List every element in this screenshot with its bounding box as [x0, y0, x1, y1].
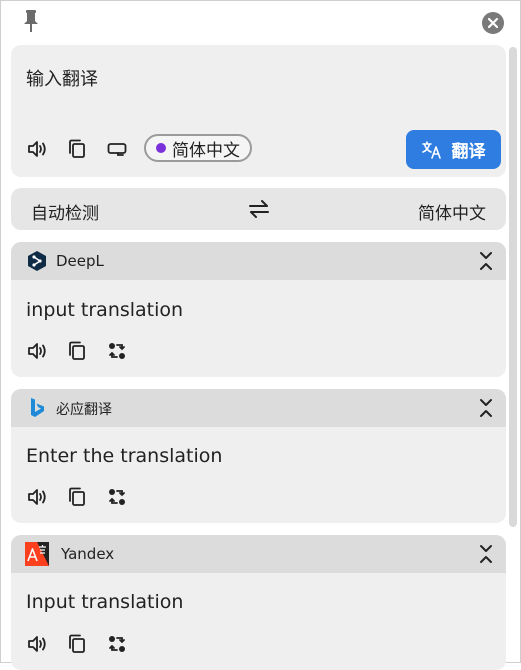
- copy-button[interactable]: [65, 485, 89, 509]
- translation-text[interactable]: input translation: [26, 299, 183, 321]
- translate-button[interactable]: 翻译: [406, 130, 501, 169]
- language-dot: [156, 143, 166, 153]
- speak-button[interactable]: [25, 137, 49, 161]
- result-header[interactable]: Yandex: [11, 535, 506, 573]
- convert-button[interactable]: [105, 485, 129, 509]
- speak-button[interactable]: [25, 339, 49, 363]
- language-chip-label: 简体中文: [172, 140, 240, 161]
- service-name: DeepL: [56, 252, 104, 270]
- pin-icon[interactable]: [21, 9, 41, 33]
- speaker-icon: [28, 636, 46, 652]
- collapse-button[interactable]: [476, 543, 496, 565]
- scrollbar[interactable]: [509, 47, 517, 527]
- result-header[interactable]: 必应翻译: [11, 389, 506, 427]
- service-name: Yandex: [61, 545, 115, 563]
- target-language[interactable]: 简体中文: [418, 199, 486, 224]
- result-card-deepl: DeepL input translation: [11, 242, 506, 377]
- close-icon: [487, 17, 499, 29]
- copy-button[interactable]: [65, 339, 89, 363]
- translate-icon: [421, 140, 441, 159]
- input-textarea[interactable]: 输入翻译: [26, 65, 98, 91]
- translation-text[interactable]: Input translation: [26, 591, 183, 613]
- copy-button[interactable]: [65, 137, 89, 161]
- result-card-yandex: Yandex Input translation: [11, 535, 506, 670]
- collapse-icon: [480, 252, 492, 270]
- keyboard-button[interactable]: [105, 137, 129, 161]
- speak-button[interactable]: [25, 485, 49, 509]
- collapse-button[interactable]: [476, 250, 496, 272]
- copy-button[interactable]: [65, 632, 89, 656]
- convert-icon: [109, 489, 125, 505]
- convert-button[interactable]: [105, 339, 129, 363]
- convert-button[interactable]: [105, 632, 129, 656]
- copy-icon: [69, 341, 85, 360]
- result-header[interactable]: DeepL: [11, 242, 506, 280]
- result-card-bing: 必应翻译 Enter the translation: [11, 389, 506, 523]
- close-button[interactable]: [482, 12, 504, 34]
- translate-button-label: 翻译: [451, 142, 486, 162]
- service-name: 必应翻译: [56, 402, 112, 418]
- collapse-icon: [480, 545, 492, 563]
- copy-icon: [69, 634, 85, 653]
- collapse-button[interactable]: [476, 397, 496, 419]
- copy-icon: [69, 139, 85, 158]
- swap-languages-button[interactable]: [247, 198, 271, 220]
- bing-logo: [26, 397, 48, 419]
- language-bar: 自动检测 简体中文: [11, 188, 506, 230]
- convert-icon: [109, 636, 125, 652]
- copy-icon: [69, 487, 85, 506]
- translation-text[interactable]: Enter the translation: [26, 445, 222, 467]
- speaker-icon: [28, 343, 46, 359]
- deepl-logo: [26, 250, 48, 272]
- speaker-icon: [28, 141, 46, 157]
- speak-button[interactable]: [25, 632, 49, 656]
- language-chip[interactable]: 简体中文: [144, 134, 252, 162]
- input-card: 输入翻译 简体中文 翻译: [11, 45, 506, 177]
- yandex-logo: [25, 542, 49, 566]
- collapse-icon: [480, 399, 492, 417]
- source-language[interactable]: 自动检测: [31, 199, 99, 224]
- speaker-icon: [28, 489, 46, 505]
- convert-icon: [109, 343, 125, 359]
- swap-icon: [249, 200, 269, 218]
- keyboard-icon: [107, 143, 127, 156]
